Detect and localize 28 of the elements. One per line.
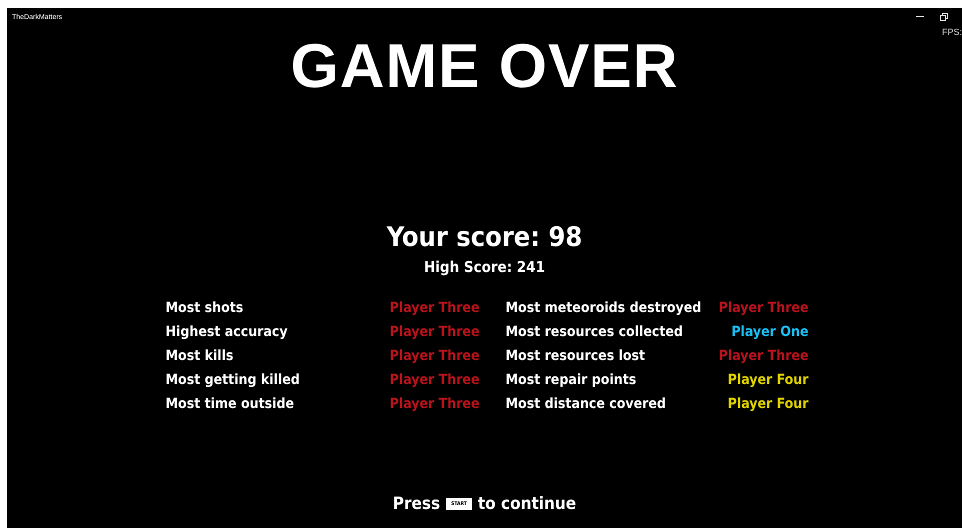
award-player: Player Four	[726, 371, 808, 390]
award-label: Most resources lost	[506, 347, 646, 366]
award-player: Player Three	[718, 299, 808, 318]
award-label: Most shots	[166, 299, 244, 318]
award-label: Most distance covered	[506, 395, 667, 414]
award-player: Player Three	[388, 395, 480, 414]
score-text: Your score: 98	[386, 221, 582, 255]
award-label: Most kills	[166, 347, 234, 366]
minimize-icon[interactable]	[916, 16, 924, 18]
award-player: Player Four	[726, 395, 808, 414]
award-player: Player Three	[388, 371, 480, 390]
prompt-text: to continue	[478, 494, 576, 514]
prompt-text: Press	[392, 494, 440, 514]
award-label: Most repair points	[506, 371, 638, 390]
award-player: Player Three	[388, 347, 480, 366]
award-player: Player One	[730, 323, 808, 342]
award-player: Player Three	[388, 323, 480, 342]
award-player: Player Three	[718, 347, 808, 366]
fps-counter: FPS:	[942, 27, 962, 37]
restore-icon[interactable]	[940, 13, 948, 21]
award-label: Most getting killed	[166, 371, 301, 390]
game-over-title: GAME OVER	[290, 36, 678, 98]
award-label: Most resources collected	[506, 323, 684, 342]
award-label: Most time outside	[166, 395, 296, 414]
award-player: Player Three	[388, 299, 480, 318]
high-score-text: High Score: 241	[424, 258, 545, 276]
award-label: Most meteoroids destroyed	[506, 299, 702, 318]
award-label: Highest accuracy	[166, 323, 289, 342]
